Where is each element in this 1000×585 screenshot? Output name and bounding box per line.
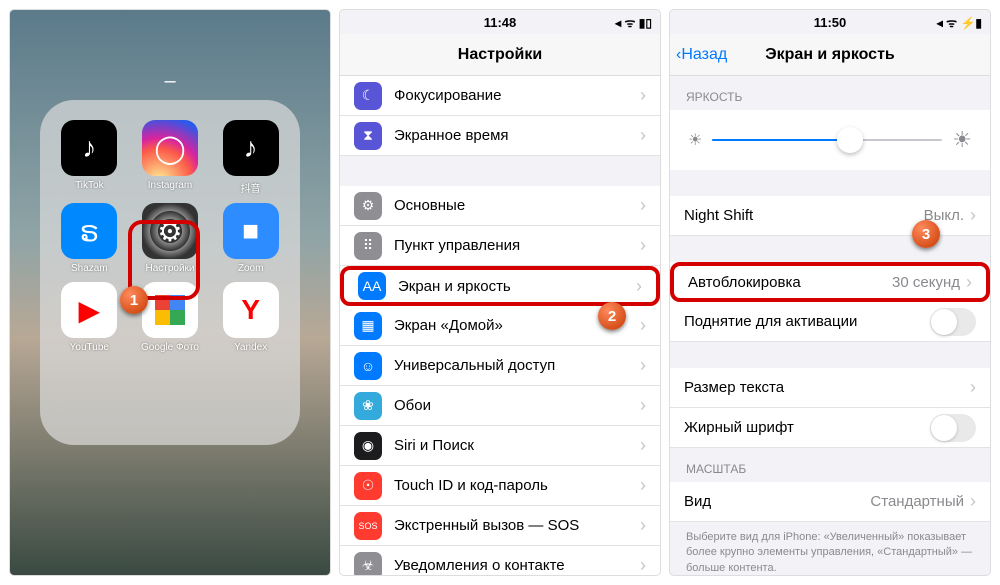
chevron-right-icon: › <box>640 555 646 575</box>
app-yandex[interactable]: YYandex <box>213 282 288 353</box>
step-badge-3: 3 <box>912 220 940 248</box>
chevron-right-icon: › <box>636 276 642 297</box>
row-Экстренный вызов — SOS[interactable]: SOSЭкстренный вызов — SOS› <box>340 506 660 546</box>
chevron-right-icon: › <box>640 475 646 496</box>
chevron-right-icon: › <box>970 491 976 512</box>
chevron-right-icon: › <box>640 315 646 336</box>
sun-high-icon: ☀︎ <box>952 127 972 153</box>
app-instagram[interactable]: ◯Instagram <box>133 120 208 195</box>
row-night-shift[interactable]: Night Shift Выкл. › <box>670 196 990 236</box>
row-view[interactable]: Вид Стандартный › <box>670 482 990 522</box>
chevron-right-icon: › <box>640 85 646 106</box>
section-scale: МАСШТАБ <box>670 448 990 482</box>
app-icon: Y <box>223 282 279 338</box>
status-time: 11:50 <box>814 15 847 30</box>
app-tiktok[interactable]: ♪TikTok <box>52 120 127 195</box>
page-title: Настройки <box>458 46 542 64</box>
nav-header: ‹ Назад Экран и яркость <box>670 34 990 76</box>
row-raise-to-wake[interactable]: Поднятие для активации <box>670 302 990 342</box>
chevron-right-icon: › <box>640 235 646 256</box>
display-brightness-screen: 11:50 ◂ ᯤ ⚡▮ ‹ Назад Экран и яркость ЯРК… <box>670 10 990 575</box>
status-icons: ◂ ᯤ ▮▯ <box>615 14 652 31</box>
toggle-bold[interactable] <box>930 414 976 442</box>
back-button[interactable]: ‹ Назад <box>676 46 727 64</box>
row-Фокусирование[interactable]: ☾Фокусирование› <box>340 76 660 116</box>
row-icon: ⠿ <box>354 232 382 260</box>
status-icons: ◂ ᯤ ⚡▮ <box>937 14 982 31</box>
page-title: Экран и яркость <box>765 46 895 64</box>
chevron-right-icon: › <box>640 515 646 536</box>
row-Уведомления о контакте[interactable]: ☣Уведомления о контакте› <box>340 546 660 575</box>
home-screen: – ♪TikTok◯Instagram♪抖音ຣShazam⚙Настройки■… <box>10 10 330 575</box>
chevron-right-icon: › <box>970 377 976 398</box>
chevron-right-icon: › <box>640 125 646 146</box>
app-icon: ◯ <box>142 120 198 176</box>
row-bold-text[interactable]: Жирный шрифт <box>670 408 990 448</box>
row-Основные[interactable]: ⚙Основные› <box>340 186 660 226</box>
chevron-right-icon: › <box>640 435 646 456</box>
app-抖音[interactable]: ♪抖音 <box>213 120 288 195</box>
section-brightness: ЯРКОСТЬ <box>670 76 990 110</box>
row-text-size[interactable]: Размер текста › <box>670 368 990 408</box>
row-Экранное время[interactable]: ⧗Экранное время› <box>340 116 660 156</box>
chevron-right-icon: › <box>970 205 976 226</box>
row-icon: SOS <box>354 512 382 540</box>
row-icon: ☺ <box>354 352 382 380</box>
row-icon: ☾ <box>354 82 382 110</box>
row-auto-lock[interactable]: Автоблокировка 30 секунд › <box>670 262 990 302</box>
app-icon: ▶ <box>61 282 117 338</box>
app-shazam[interactable]: ຣShazam <box>52 203 127 274</box>
app-icon: ♪ <box>61 120 117 176</box>
chevron-right-icon: › <box>640 195 646 216</box>
row-icon: ◉ <box>354 432 382 460</box>
row-icon: ☉ <box>354 472 382 500</box>
status-bar: 11:50 ◂ ᯤ ⚡▮ <box>670 10 990 34</box>
nav-header: Настройки <box>340 34 660 76</box>
step-badge-2: 2 <box>598 302 626 330</box>
settings-screen: 11:48 ◂ ᯤ ▮▯ Настройки ☾Фокусирование›⧗Э… <box>340 10 660 575</box>
row-Пункт управления[interactable]: ⠿Пункт управления› <box>340 226 660 266</box>
sun-low-icon: ☀︎ <box>688 130 702 150</box>
remove-indicator: – <box>164 70 175 93</box>
status-time: 11:48 <box>484 15 517 30</box>
row-Обои[interactable]: ❀Обои› <box>340 386 660 426</box>
row-icon: ⚙ <box>354 192 382 220</box>
toggle-raise[interactable] <box>930 308 976 336</box>
app-icon: ■ <box>223 203 279 259</box>
row-icon: ❀ <box>354 392 382 420</box>
app-zoom[interactable]: ■Zoom <box>213 203 288 274</box>
row-icon: ▦ <box>354 312 382 340</box>
app-icon: ♪ <box>223 120 279 176</box>
brightness-slider[interactable]: ☀︎ ☀︎ <box>670 110 990 170</box>
row-Touch ID и код-пароль[interactable]: ☉Touch ID и код-пароль› <box>340 466 660 506</box>
row-icon: ⧗ <box>354 122 382 150</box>
chevron-right-icon: › <box>966 272 972 293</box>
app-youtube[interactable]: ▶YouTube <box>52 282 127 353</box>
step-badge-1: 1 <box>120 286 148 314</box>
app-icon: ຣ <box>61 203 117 259</box>
row-Экран и яркость[interactable]: AAЭкран и яркость› <box>340 266 660 306</box>
row-Универсальный доступ[interactable]: ☺Универсальный доступ› <box>340 346 660 386</box>
row-icon: ☣ <box>354 552 382 576</box>
row-icon: AA <box>358 272 386 300</box>
footer-note: Выберите вид для iPhone: «Увеличенный» п… <box>670 522 990 575</box>
row-Siri и Поиск[interactable]: ◉Siri и Поиск› <box>340 426 660 466</box>
chevron-right-icon: › <box>640 355 646 376</box>
status-bar: 11:48 ◂ ᯤ ▮▯ <box>340 10 660 34</box>
chevron-right-icon: › <box>640 395 646 416</box>
